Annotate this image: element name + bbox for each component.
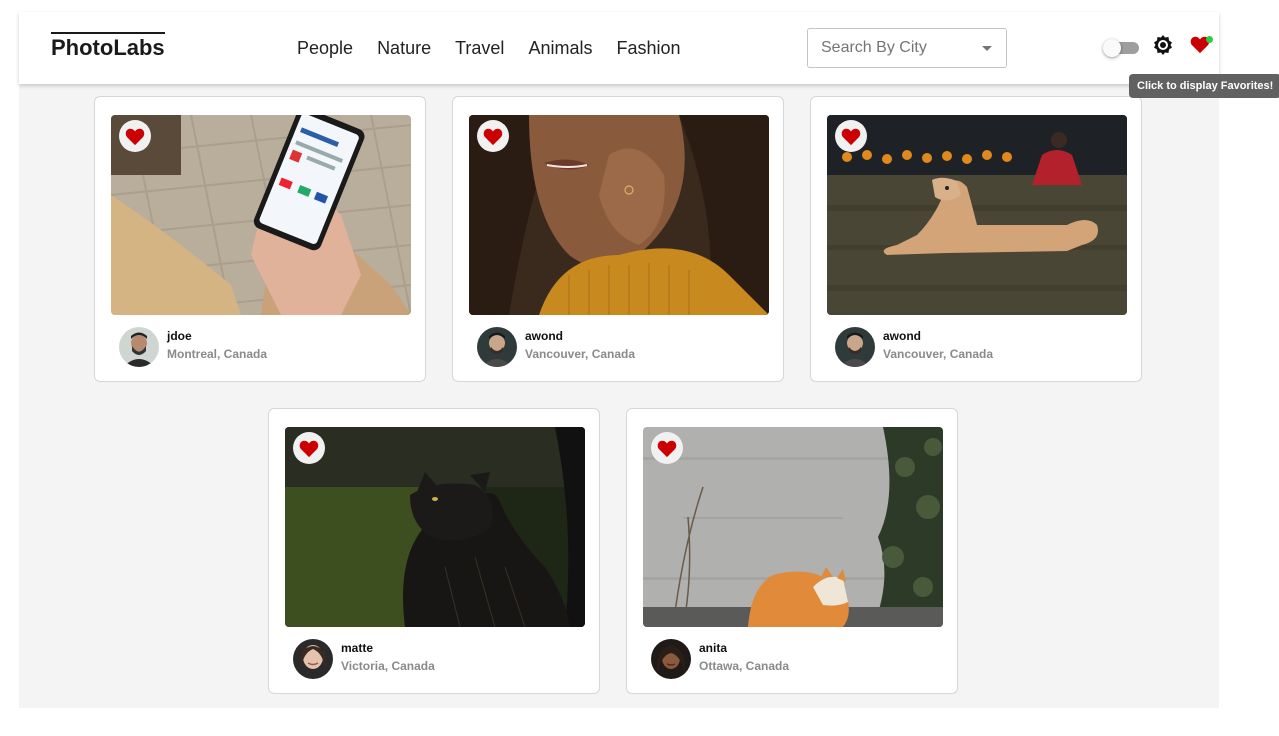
photo-image[interactable] — [285, 427, 585, 627]
topic-travel[interactable]: Travel — [455, 36, 504, 60]
heart-icon — [125, 128, 145, 146]
app-container: PhotoLabs People Nature Travel Animals F… — [19, 12, 1219, 708]
topic-fashion[interactable]: Fashion — [616, 36, 680, 60]
toggle-knob — [1103, 39, 1121, 57]
avatar[interactable] — [651, 639, 691, 679]
photo-image[interactable] — [469, 115, 769, 315]
topic-people[interactable]: People — [297, 36, 353, 60]
topic-animals[interactable]: Animals — [528, 36, 592, 60]
user-location: Vancouver, Canada — [525, 347, 636, 361]
gear-icon[interactable] — [1151, 33, 1175, 57]
top-navigation-bar: PhotoLabs People Nature Travel Animals F… — [19, 12, 1219, 84]
photo-favorite-button[interactable] — [119, 120, 151, 152]
user-location: Montreal, Canada — [167, 347, 268, 361]
dark-mode-toggle[interactable] — [1103, 39, 1139, 58]
photo-image[interactable] — [111, 115, 411, 315]
city-search-select[interactable]: Search By City — [807, 28, 1007, 68]
photo-favorite-button[interactable] — [293, 432, 325, 464]
user-location: Victoria, Canada — [341, 659, 435, 673]
avatar[interactable] — [119, 327, 159, 367]
photo-card[interactable]: jdoe Montreal, Canada — [94, 96, 426, 382]
photo-card[interactable]: awond Vancouver, Canada — [452, 96, 784, 382]
topic-list: People Nature Travel Animals Fashion — [297, 36, 705, 60]
chevron-down-icon — [982, 46, 992, 51]
search-placeholder: Search By City — [821, 39, 927, 56]
photo-image[interactable] — [643, 427, 943, 627]
avatar[interactable] — [835, 327, 875, 367]
heart-icon — [483, 128, 503, 146]
user-location: Ottawa, Canada — [699, 659, 790, 673]
username: awond — [525, 329, 563, 343]
photo-favorite-button[interactable] — [651, 432, 683, 464]
heart-icon — [657, 440, 677, 458]
avatar[interactable] — [293, 639, 333, 679]
username: anita — [699, 641, 728, 655]
heart-icon — [841, 128, 861, 146]
photo-card[interactable]: anita Ottawa, Canada — [626, 408, 958, 694]
topic-nature[interactable]: Nature — [377, 36, 431, 60]
heart-icon — [299, 440, 319, 458]
photo-favorite-button[interactable] — [835, 120, 867, 152]
photo-favorite-button[interactable] — [477, 120, 509, 152]
username: matte — [341, 641, 374, 655]
photo-card[interactable]: matte Victoria, Canada — [268, 408, 600, 694]
logo[interactable]: PhotoLabs — [51, 32, 165, 61]
avatar[interactable] — [477, 327, 517, 367]
username: jdoe — [167, 329, 192, 343]
photo-card[interactable]: awond Vancouver, Canada — [810, 96, 1142, 382]
username: awond — [883, 329, 921, 343]
photo-image[interactable] — [827, 115, 1127, 315]
notification-dot — [1206, 36, 1213, 43]
user-location: Vancouver, Canada — [883, 347, 994, 361]
favorites-button[interactable] — [1189, 34, 1215, 58]
favorites-tooltip: Click to display Favorites! — [1129, 74, 1279, 98]
